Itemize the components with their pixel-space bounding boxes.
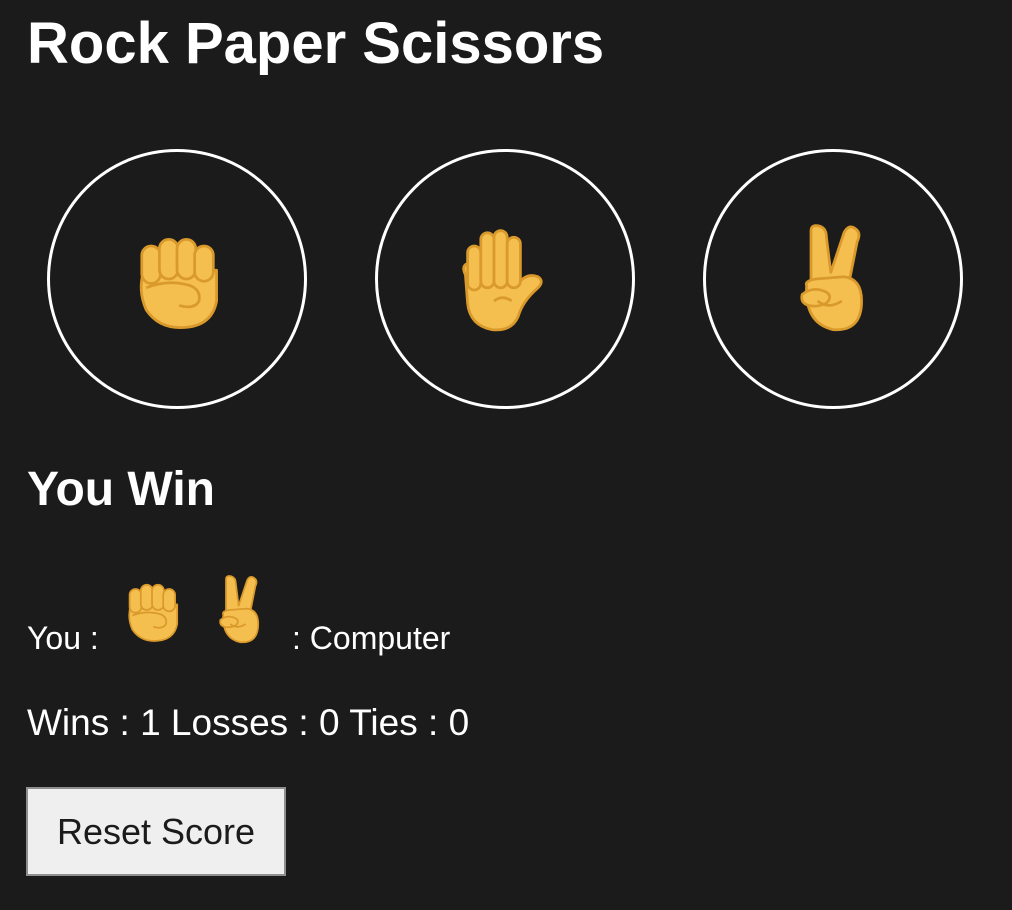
wins-count: 1: [140, 702, 161, 743]
ties-count: 0: [448, 702, 470, 743]
ties-label: Ties :: [349, 702, 439, 743]
losses-count: 0: [319, 702, 340, 743]
reset-score-button[interactable]: Reset Score: [26, 787, 286, 876]
raised-hand-icon: [462, 229, 543, 332]
victory-hand-icon: [800, 224, 863, 332]
player-label: You :: [27, 620, 99, 656]
scissors-choice-button[interactable]: [703, 149, 963, 409]
page-title: Rock Paper Scissors: [27, 11, 605, 76]
computer-label: : Computer: [292, 620, 451, 656]
raised-fist-icon: [128, 583, 179, 642]
result-text: You Win: [27, 463, 215, 516]
paper-choice-button[interactable]: [375, 149, 635, 409]
raised-fist-icon: [139, 238, 218, 329]
wins-label: Wins :: [27, 702, 130, 743]
losses-label: Losses :: [170, 702, 309, 743]
rock-choice-button[interactable]: [47, 149, 307, 409]
victory-hand-icon: [219, 575, 260, 644]
score-line: Wins : 1 Losses : 0 Ties : 0: [27, 701, 469, 745]
